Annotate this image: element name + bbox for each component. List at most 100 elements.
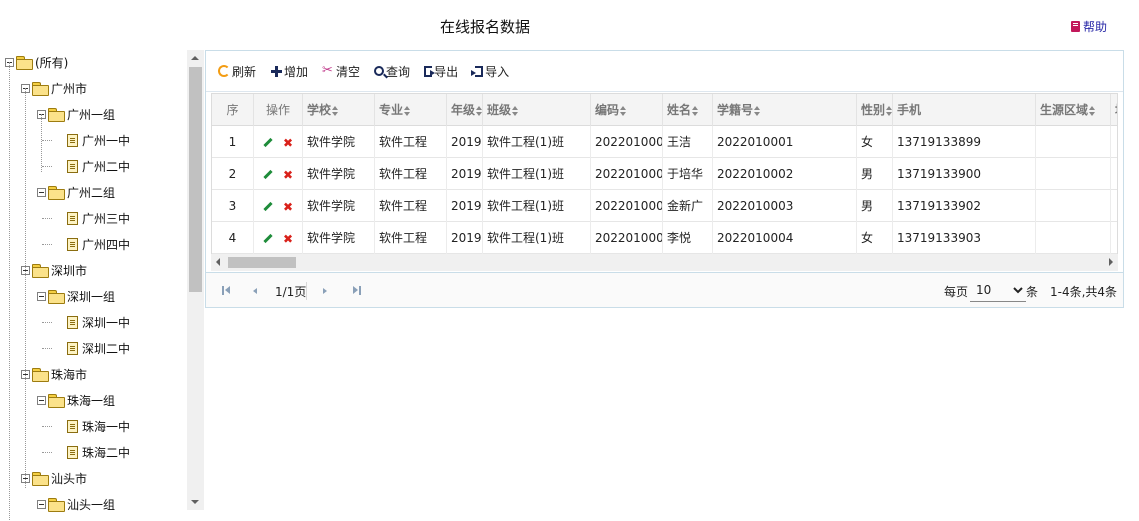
tree-node-leaf[interactable]: 广州四中 (67, 234, 130, 254)
column-header[interactable]: 班级 (483, 94, 591, 126)
table-row[interactable]: 1✖软件学院软件工程2019软件工程(1)班2022010001王洁202201… (212, 126, 1117, 159)
tree-node-folder[interactable]: 珠海一组 (37, 390, 115, 410)
first-page-icon[interactable] (222, 286, 230, 295)
tree-node-folder[interactable]: 广州二组 (37, 182, 115, 202)
edit-pencil-icon[interactable] (263, 137, 273, 148)
column-header[interactable]: 操作 (254, 94, 303, 126)
clear-button[interactable]: ✂ 清空 (322, 63, 360, 80)
column-header[interactable]: 生源区域 (1036, 94, 1111, 126)
tree-node-folder[interactable]: 汕头一组 (37, 494, 115, 514)
collapse-toggle-icon[interactable] (37, 395, 46, 405)
tree-node-leaf[interactable]: 广州三中 (67, 208, 130, 228)
column-header[interactable]: 专业 (375, 94, 447, 126)
sort-icon[interactable] (404, 105, 411, 116)
export-button[interactable]: 导出 (424, 63, 458, 80)
tree-node-leaf[interactable]: 深圳二中 (67, 338, 130, 358)
edit-pencil-icon[interactable] (263, 169, 273, 180)
cell-name: 金新广 (663, 190, 713, 222)
cell-gender: 女 (857, 222, 893, 254)
table-row[interactable]: 2✖软件学院软件工程2019软件工程(1)班2022010002于培华20220… (212, 158, 1117, 191)
tree-scrollbar[interactable] (187, 50, 204, 510)
tree-connector (42, 140, 52, 141)
delete-x-icon[interactable]: ✖ (283, 223, 293, 255)
scrollbar-thumb[interactable] (189, 67, 202, 292)
cell-grade: 2019 (447, 126, 483, 158)
edit-pencil-icon[interactable] (263, 233, 273, 244)
sort-icon[interactable] (754, 105, 761, 116)
tree-node-label: 广州一组 (67, 107, 116, 122)
sort-icon[interactable] (620, 105, 627, 116)
scroll-right-icon[interactable] (1109, 258, 1113, 266)
edit-pencil-icon[interactable] (263, 201, 273, 212)
sort-icon[interactable] (512, 105, 519, 116)
scroll-up-icon[interactable] (191, 56, 199, 60)
cell-code: 2022010002 (591, 158, 663, 190)
tree-node-folder[interactable]: 深圳市 (21, 260, 87, 280)
collapse-toggle-icon[interactable] (37, 499, 46, 509)
tree-node-leaf[interactable]: 深圳一中 (67, 312, 130, 332)
tree-node-leaf[interactable]: 广州一中 (67, 130, 130, 150)
tree-node-leaf[interactable]: 广州二中 (67, 156, 130, 176)
table-row[interactable]: 3✖软件学院软件工程2019软件工程(1)班2022010003金新广20220… (212, 190, 1117, 223)
add-button[interactable]: 增加 (270, 63, 308, 80)
cell-phone: 13719133899 (893, 126, 1036, 158)
hscroll-thumb[interactable] (228, 257, 296, 268)
tree-connector (42, 322, 52, 323)
column-header[interactable]: 年级 (447, 94, 483, 126)
table-row[interactable]: 4✖软件学院软件工程2019软件工程(1)班2022010004李悦202201… (212, 222, 1117, 255)
tree-node-folder[interactable]: 深圳一组 (37, 286, 115, 306)
cell-major: 软件工程 (375, 190, 447, 222)
column-header[interactable]: 学校 (303, 94, 375, 126)
column-header[interactable]: 地 (1111, 94, 1117, 126)
tree-node-folder[interactable]: (所有) (5, 52, 68, 72)
per-page-label: 每页 (944, 285, 969, 299)
file-icon (67, 237, 78, 251)
tree-node-folder[interactable]: 广州市 (21, 78, 87, 98)
tree-node-folder[interactable]: 广州一组 (37, 104, 115, 124)
file-icon (67, 419, 78, 433)
page-size-select[interactable]: 10 (970, 278, 1026, 302)
cell-class-name: 软件工程(1)班 (483, 190, 591, 222)
scroll-down-icon[interactable] (191, 500, 199, 504)
prev-page-icon[interactable] (253, 288, 257, 294)
folder-icon (48, 108, 65, 122)
last-page-icon[interactable] (353, 286, 361, 295)
delete-x-icon[interactable]: ✖ (283, 159, 293, 191)
scroll-left-icon[interactable] (216, 258, 220, 266)
sort-icon[interactable] (692, 105, 699, 116)
collapse-toggle-icon[interactable] (37, 187, 46, 197)
next-page-icon[interactable] (323, 288, 327, 294)
sort-icon[interactable] (476, 105, 482, 116)
column-header[interactable]: 姓名 (663, 94, 713, 126)
tree-node-leaf[interactable]: 珠海一中 (67, 416, 130, 436)
cell-grade: 2019 (447, 158, 483, 190)
delete-x-icon[interactable]: ✖ (283, 191, 293, 223)
column-header[interactable]: 序 (212, 94, 254, 126)
cell-grade: 2019 (447, 190, 483, 222)
cell-student-id: 2022010003 (713, 190, 857, 222)
tree-node-label: 广州四中 (82, 237, 131, 252)
collapse-toggle-icon[interactable] (37, 291, 46, 301)
delete-x-icon[interactable]: ✖ (283, 127, 293, 159)
sort-icon[interactable] (886, 105, 892, 116)
cell-school: 软件学院 (303, 158, 375, 190)
tree-node-label: 广州市 (51, 81, 88, 96)
tree-node-leaf[interactable]: 珠海二中 (67, 442, 130, 462)
column-header[interactable]: 性别 (857, 94, 893, 126)
import-button[interactable]: 导入 (471, 63, 509, 80)
column-header[interactable]: 学籍号 (713, 94, 857, 126)
cell-school: 软件学院 (303, 222, 375, 254)
cell-student-id: 2022010002 (713, 158, 857, 190)
tree-node-folder[interactable]: 珠海市 (21, 364, 87, 384)
refresh-button[interactable]: 刷新 (218, 63, 256, 80)
column-header[interactable]: 编码 (591, 94, 663, 126)
help-link[interactable]: 帮助 (1070, 18, 1107, 35)
cell-index: 3 (212, 190, 254, 222)
query-button[interactable]: 查询 (374, 63, 410, 80)
tree-node-folder[interactable]: 汕头市 (21, 468, 87, 488)
sort-icon[interactable] (332, 105, 339, 116)
column-header[interactable]: 手机 (893, 94, 1036, 126)
sort-icon[interactable] (1089, 105, 1096, 116)
column-header-label: 编码 (595, 103, 620, 117)
grid-horizontal-scrollbar[interactable] (211, 254, 1118, 271)
